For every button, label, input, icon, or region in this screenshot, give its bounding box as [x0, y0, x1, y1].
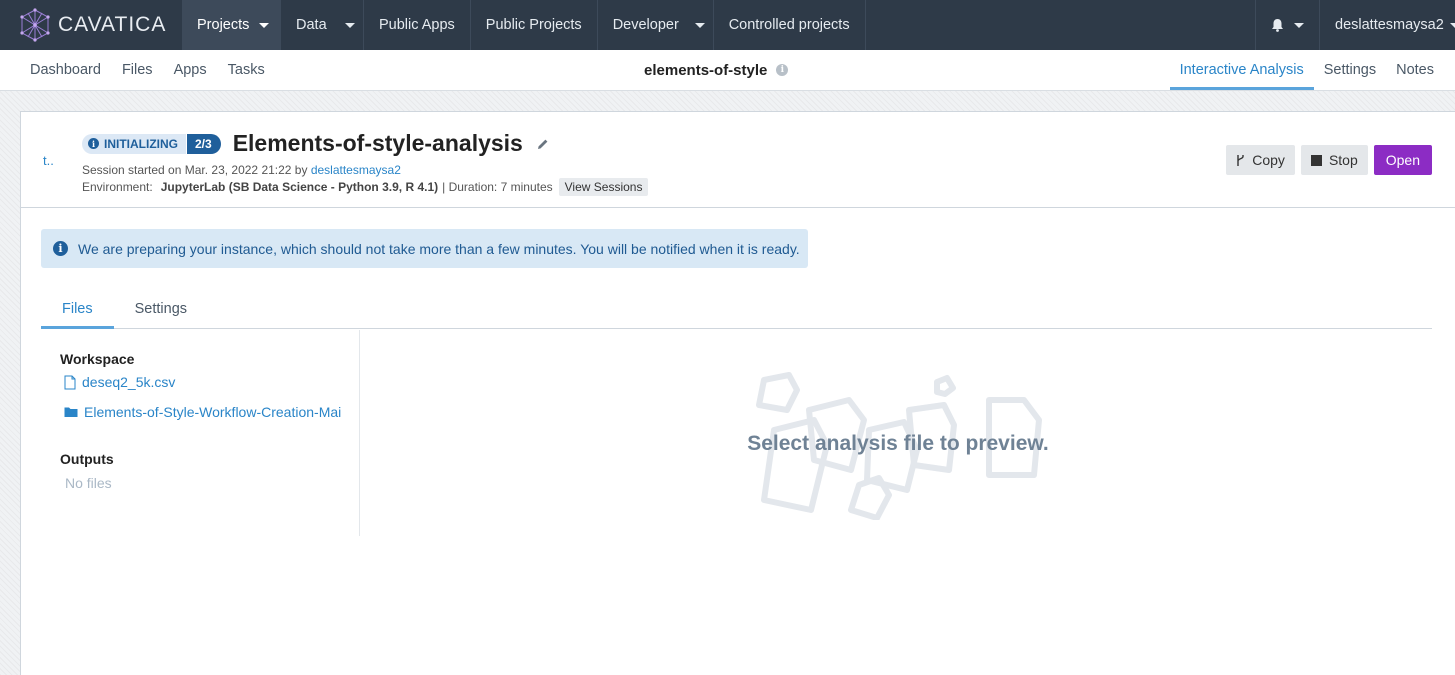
top-navigation-bar: CAVATICA Projects Data Public Apps Publi… [0, 0, 1455, 50]
workspace-folder-label: Elements-of-Style-Workflow-Creation-Mai [84, 404, 342, 420]
preview-placeholder-text: Select analysis file to preview. [747, 432, 1049, 455]
analysis-panel: t.. i INITIALIZING 2/3 Elements-of-style… [20, 111, 1455, 675]
info-icon[interactable]: i [776, 64, 789, 76]
project-title: elements-of-style [644, 61, 768, 79]
brand-name: CAVATICA [58, 13, 167, 36]
nav-public-apps[interactable]: Public Apps [364, 0, 471, 50]
status-text: INITIALIZING [104, 136, 178, 151]
stop-icon [1310, 154, 1322, 166]
user-menu[interactable]: deslattesmaysa2 [1319, 0, 1455, 50]
open-button-label: Open [1385, 152, 1420, 168]
copy-button[interactable]: Copy [1226, 145, 1295, 175]
stop-button[interactable]: Stop [1300, 145, 1368, 175]
tab-settings[interactable]: Settings [1314, 50, 1386, 90]
cavatica-logo-icon [20, 8, 50, 42]
copy-button-label: Copy [1252, 152, 1285, 168]
bell-icon [1272, 19, 1283, 32]
status-badge: i INITIALIZING [82, 133, 186, 154]
nav-public-apps-label: Public Apps [379, 17, 455, 33]
environment-label: Environment: [82, 180, 153, 194]
file-preview-area: Select analysis file to preview. [361, 330, 1455, 675]
subnav-tasks[interactable]: Tasks [228, 62, 265, 78]
session-user-link[interactable]: deslattesmaysa2 [311, 163, 401, 177]
workspace-folder-item[interactable]: Elements-of-Style-Workflow-Creation-Mai [64, 404, 341, 420]
session-started-text: Session started on Mar. 23, 2022 21:22 b… [82, 163, 308, 177]
session-info: Session started on Mar. 23, 2022 21:22 b… [82, 163, 401, 177]
open-button[interactable]: Open [1373, 145, 1432, 175]
workspace-file-item[interactable]: deseq2_5k.csv [64, 374, 175, 390]
outputs-heading: Outputs [60, 451, 114, 467]
subnav-apps[interactable]: Apps [174, 62, 207, 78]
nav-developer-label: Developer [612, 17, 679, 33]
analysis-tabs: Files Settings [41, 289, 1432, 329]
user-name: deslattesmaysa2 [1335, 17, 1444, 33]
nav-data-label: Data [296, 17, 327, 33]
analysis-title: Elements-of-style-analysis [232, 130, 523, 156]
pencil-icon [537, 139, 548, 149]
chevron-down-icon [1449, 22, 1455, 28]
info-icon: i [88, 138, 99, 149]
subnav-dashboard[interactable]: Dashboard [30, 62, 101, 78]
info-circle-icon: i [53, 241, 68, 256]
chevron-down-icon [259, 22, 270, 28]
back-link[interactable]: t.. [43, 153, 54, 168]
project-subnav: Dashboard Files Apps Tasks elements-of-s… [0, 50, 1455, 91]
chevron-down-icon [1294, 22, 1304, 28]
environment-info: Environment: JupyterLab (SB Data Science… [82, 178, 649, 196]
subnav-files[interactable]: Files [122, 62, 153, 78]
tab-notes[interactable]: Notes [1386, 50, 1444, 90]
edit-title-button[interactable] [537, 138, 549, 150]
alert-message: We are preparing your instance, which sh… [78, 240, 800, 257]
nav-public-projects-label: Public Projects [485, 17, 582, 33]
analysis-header: t.. i INITIALIZING 2/3 Elements-of-style… [21, 112, 1455, 208]
view-sessions-button[interactable]: View Sessions [558, 178, 649, 196]
nav-projects-label: Projects [197, 17, 250, 33]
nav-controlled-projects-label: Controlled projects [728, 17, 850, 33]
nav-controlled-projects[interactable]: Controlled projects [714, 0, 866, 50]
file-icon [64, 375, 76, 389]
workspace-file-label: deseq2_5k.csv [82, 374, 176, 390]
tab-files[interactable]: Files [41, 289, 114, 329]
folder-icon [64, 407, 78, 417]
files-sidebar: Workspace deseq2_5k.csv Elements-of-Styl… [41, 330, 360, 536]
tab-interactive-analysis[interactable]: Interactive Analysis [1169, 50, 1314, 90]
step-badge: 2/3 [187, 133, 221, 154]
outputs-empty-text: No files [65, 475, 112, 491]
nav-developer[interactable]: Developer [598, 0, 714, 50]
environment-value: JupyterLab (SB Data Science - Python 3.9… [160, 180, 439, 194]
nav-data[interactable]: Data [281, 0, 364, 50]
brand-logo[interactable]: CAVATICA [0, 0, 182, 50]
nav-public-projects[interactable]: Public Projects [471, 0, 598, 50]
duration-text: | Duration: 7 minutes [442, 180, 553, 194]
nav-projects[interactable]: Projects [182, 0, 281, 50]
stop-button-label: Stop [1328, 152, 1358, 168]
notifications-button[interactable] [1255, 0, 1319, 50]
tab-analysis-settings[interactable]: Settings [114, 289, 208, 329]
fork-icon [1237, 154, 1244, 166]
chevron-down-icon [344, 22, 355, 28]
workspace-heading: Workspace [60, 351, 135, 367]
info-alert: i We are preparing your instance, which … [41, 229, 808, 268]
chevron-down-icon [694, 22, 705, 28]
